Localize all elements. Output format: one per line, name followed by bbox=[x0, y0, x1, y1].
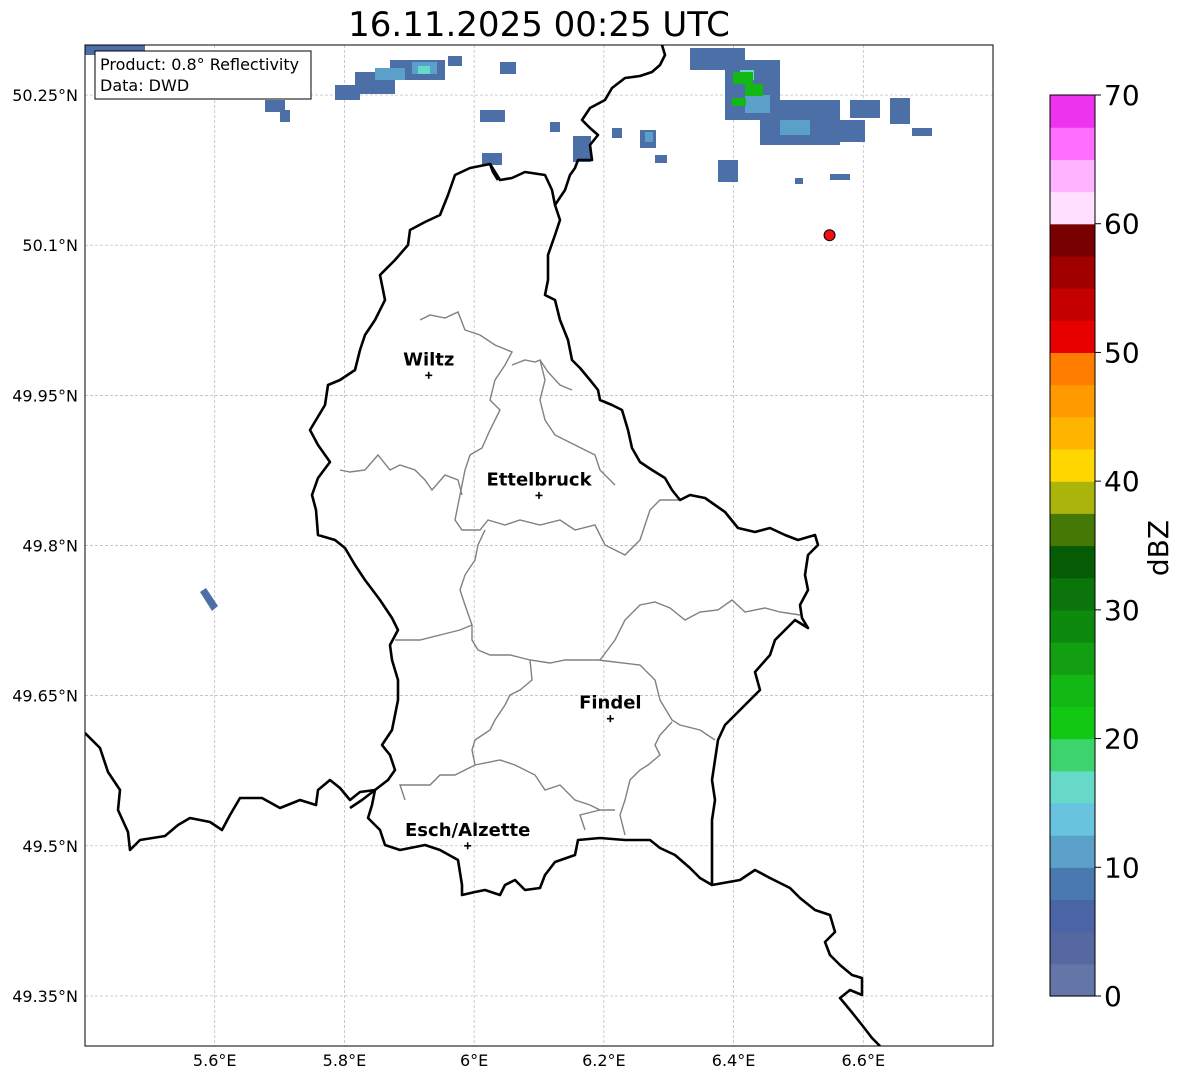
echo-cell bbox=[732, 98, 746, 106]
lat-tick-label: 50.1°N bbox=[22, 236, 78, 255]
echo-cell bbox=[550, 122, 560, 132]
radar-site-marker bbox=[823, 229, 836, 242]
echo-cell bbox=[655, 155, 667, 163]
city-label: Findel bbox=[579, 693, 642, 714]
info-product: Product: 0.8° Reflectivity bbox=[100, 55, 299, 74]
echo-cell bbox=[418, 66, 430, 74]
echo-cell bbox=[482, 153, 502, 165]
echo-cell bbox=[733, 72, 753, 84]
city-label: Esch/Alzette bbox=[405, 820, 530, 841]
echo-cell bbox=[718, 160, 738, 182]
city-label: Ettelbruck bbox=[486, 469, 592, 490]
lat-tick-label: 49.35°N bbox=[12, 987, 78, 1006]
radar-site-dot bbox=[823, 229, 836, 242]
city-label: Wiltz bbox=[403, 349, 454, 370]
radar-map: Wiltz Ettelbruck Findel Esch/Alzette 5.6°E 5… bbox=[12, 44, 994, 1070]
echo-cell bbox=[780, 120, 810, 135]
echo-cell bbox=[840, 120, 865, 142]
lon-tick-label: 6.6°E bbox=[842, 1051, 886, 1070]
echo-cell bbox=[645, 132, 653, 142]
echo-cell bbox=[745, 95, 770, 113]
lon-tick-label: 5.8°E bbox=[323, 1051, 367, 1070]
info-source: Data: DWD bbox=[100, 76, 189, 95]
echo-cell bbox=[745, 84, 763, 96]
lat-tick-label: 49.8°N bbox=[22, 537, 78, 556]
info-box: Product: 0.8° Reflectivity Data: DWD bbox=[94, 50, 312, 100]
echo-cell bbox=[280, 110, 290, 122]
echo-cell bbox=[480, 110, 505, 122]
lon-tick-label: 6.2°E bbox=[582, 1051, 626, 1070]
lat-tick-label: 49.65°N bbox=[12, 687, 78, 706]
lon-tick-label: 6°E bbox=[460, 1051, 488, 1070]
echo-cell bbox=[890, 98, 910, 124]
echo-cell bbox=[830, 174, 850, 180]
echo-cell bbox=[612, 128, 622, 138]
echo-cell bbox=[850, 100, 880, 118]
echo-cell bbox=[795, 178, 803, 184]
lon-tick-label: 6.4°E bbox=[712, 1051, 756, 1070]
echo-cell bbox=[573, 136, 591, 162]
echo-cell bbox=[912, 128, 932, 136]
lat-tick-label: 49.5°N bbox=[22, 837, 78, 856]
echo-cell bbox=[500, 62, 516, 74]
lon-tick-label: 5.6°E bbox=[193, 1051, 237, 1070]
echo-cell bbox=[375, 68, 405, 80]
lat-tick-label: 50.25°N bbox=[12, 86, 78, 105]
echo-cell bbox=[448, 56, 462, 66]
lat-tick-label: 49.95°N bbox=[12, 386, 78, 405]
